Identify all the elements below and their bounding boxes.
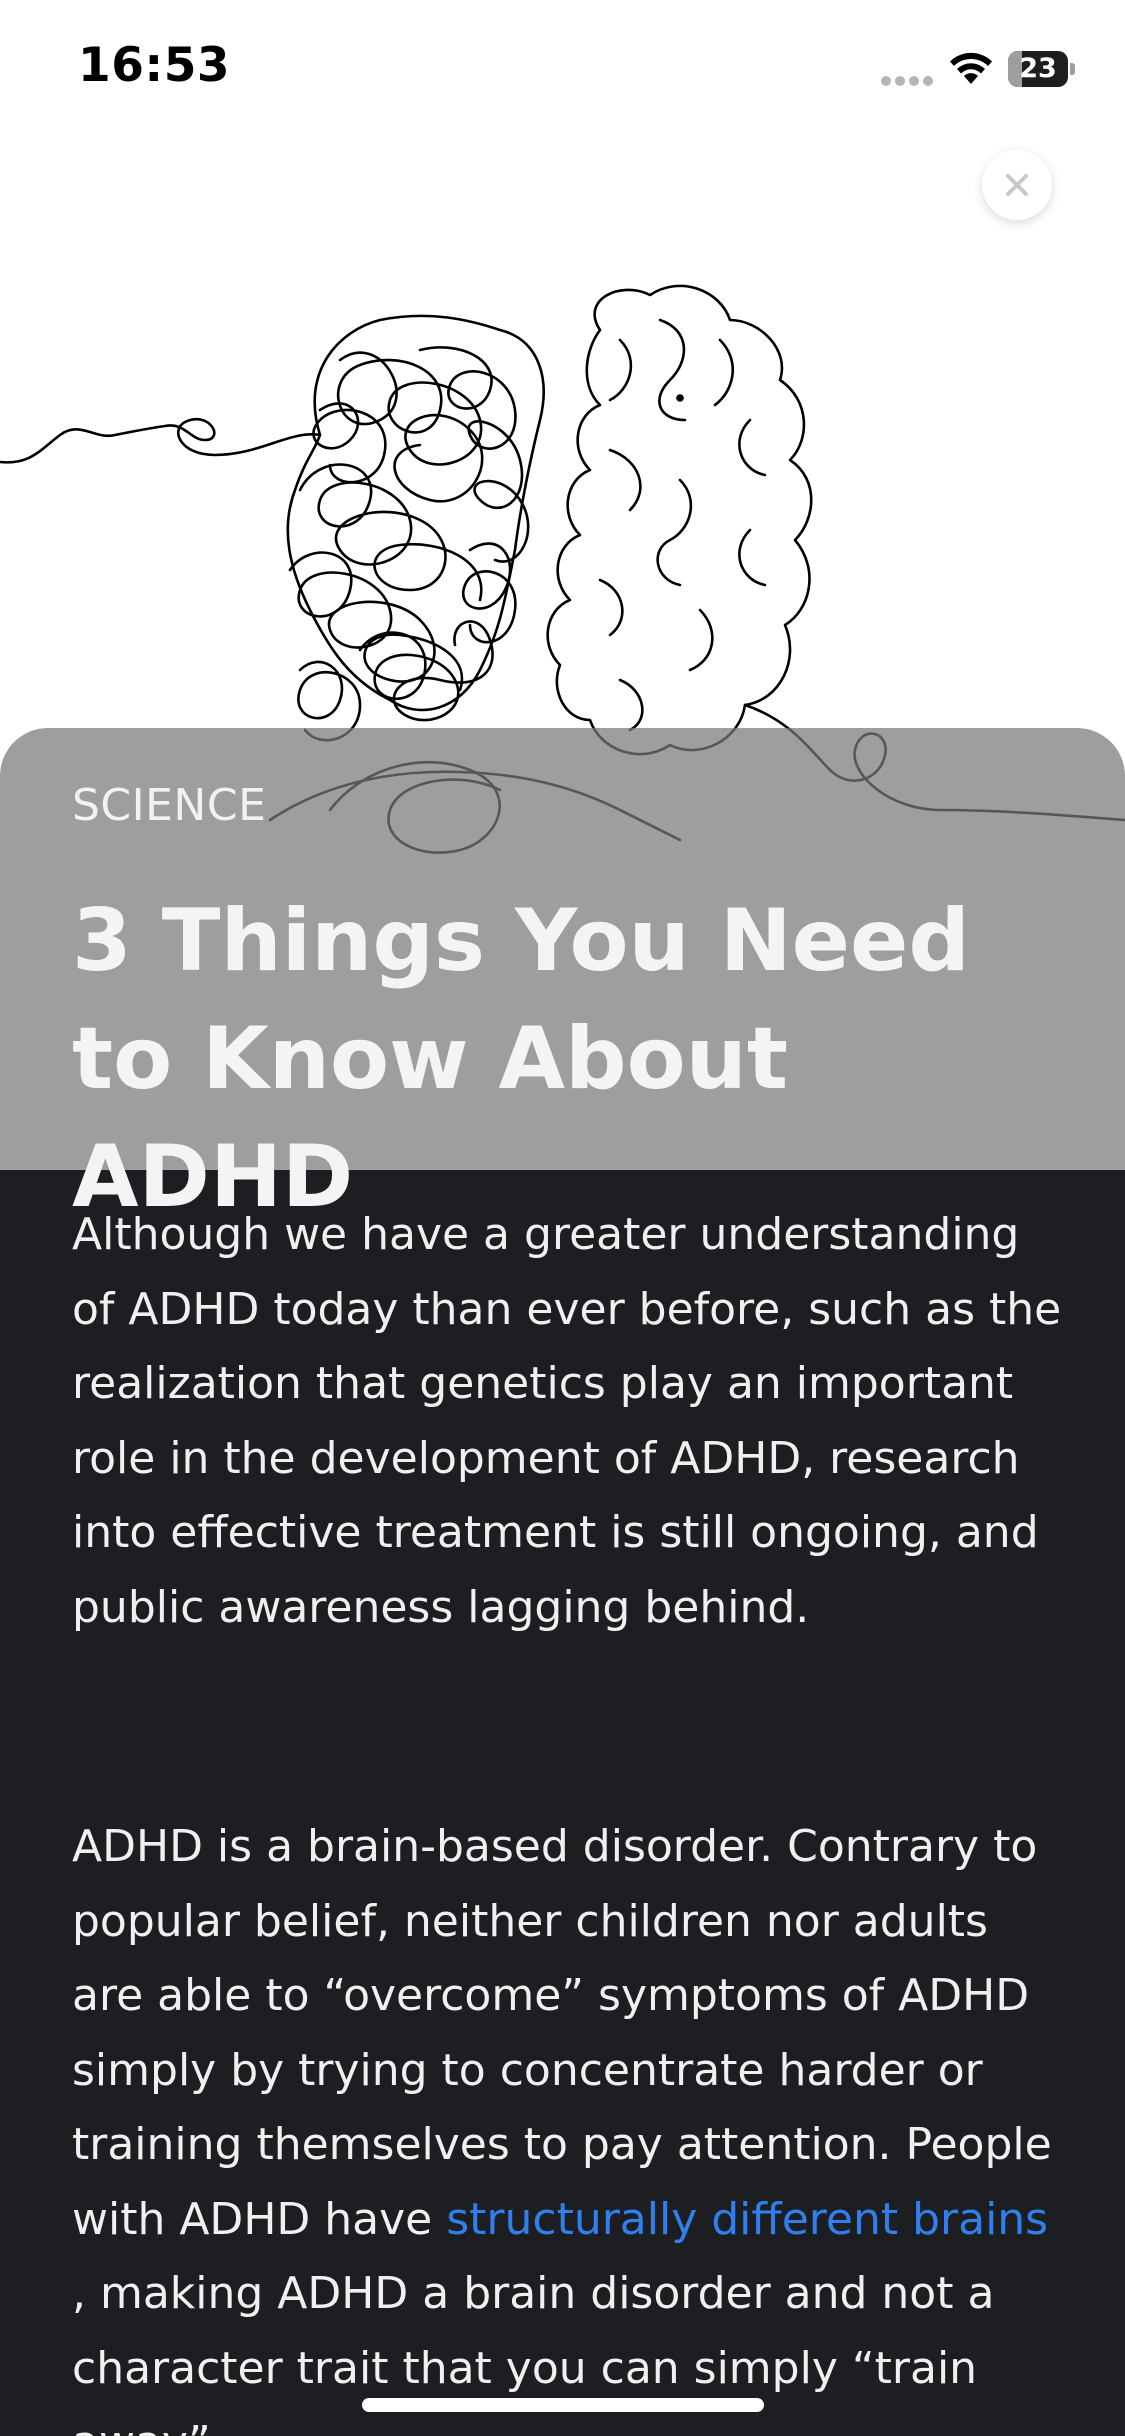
article-body: Although we have a greater understanding… — [0, 1170, 1125, 2436]
status-time: 16:53 — [78, 38, 231, 93]
article-paragraph: ADHD is a brain-based disorder. Contrary… — [72, 1810, 1072, 2436]
status-bar: 16:53 23 — [0, 0, 1125, 140]
structurally-different-brains-link[interactable]: structurally different brains — [446, 2194, 1048, 2245]
wifi-icon — [950, 52, 992, 84]
article-paragraph: Although we have a greater understanding… — [72, 1209, 1062, 1633]
category-label: SCIENCE — [72, 780, 267, 831]
battery-icon: 23 — [1008, 51, 1076, 87]
close-icon — [1006, 174, 1028, 196]
paragraph-text: ADHD is a brain-based disorder. Contrary… — [72, 1821, 1052, 2245]
signal-dots-icon — [881, 76, 933, 86]
article-title: 3 Things You Need to Know About ADHD — [72, 891, 970, 1227]
close-button[interactable] — [982, 150, 1052, 220]
battery-level: 23 — [1019, 53, 1057, 84]
article-screen: 16:53 23 SCIENCE 3 Things You Need to Kn… — [0, 0, 1125, 2436]
home-indicator[interactable] — [362, 2398, 764, 2412]
